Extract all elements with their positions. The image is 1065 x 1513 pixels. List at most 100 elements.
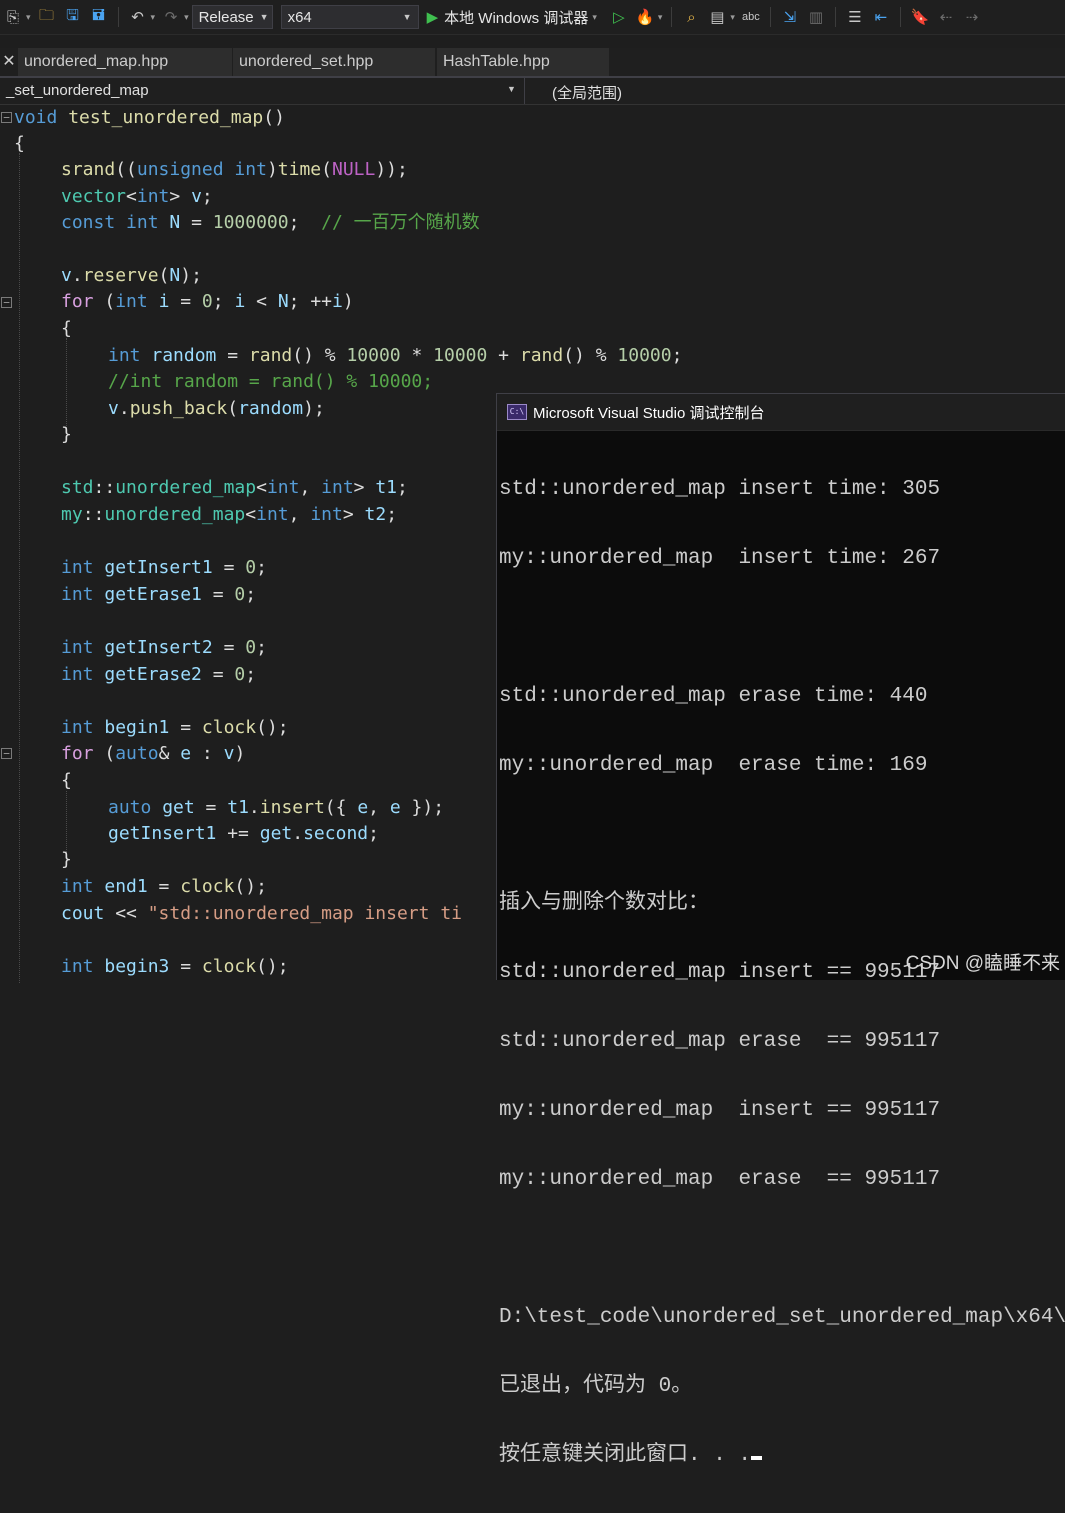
token: )); [375,159,408,180]
start-without-debug-icon[interactable]: ▷ [608,6,630,28]
token: < [256,477,267,498]
token: & [158,743,181,764]
token: getErase1 [104,584,202,605]
chevron-down-icon[interactable]: ▾ [26,12,31,23]
fold-toggle-icon[interactable]: − [1,748,12,759]
token: int [61,717,94,738]
token: . [71,265,83,286]
bookmark-next-icon[interactable]: ⇢ [961,6,983,28]
format-icon[interactable]: ▥ [805,6,827,28]
token: = [194,797,228,818]
code-line: { [61,768,72,794]
token: int [321,477,354,498]
token: ) [342,291,354,312]
start-debug-label: 本地 Windows 调试器 [444,9,589,27]
tab-unordered-map-hpp[interactable]: unordered_map.hpp [18,48,232,76]
chevron-down-icon[interactable]: ▾ [184,12,189,23]
token: get [259,823,293,844]
console-line: D:\test_code\unordered_set_unordered_map… [499,1306,1065,1329]
token: + [487,345,520,366]
close-icon[interactable]: ✕ [0,48,18,76]
toolbar-divider [769,7,771,27]
open-folder-icon[interactable]: 🗀 [36,6,58,28]
token: test_unordered_map [68,107,264,128]
token: (); [256,717,289,738]
start-debug-button[interactable]: ▶ 本地 Windows 调试器 ▾ [427,7,600,28]
token: 1000000 [212,212,289,233]
token: < [245,504,257,525]
debug-console-window[interactable]: C:\ Microsoft Visual Studio 调试控制台 std::u… [496,393,1065,1467]
console-title-bar[interactable]: C:\ Microsoft Visual Studio 调试控制台 [497,394,1065,431]
code-line: my::unordered_map<int, int> t2; [61,502,397,528]
text-cursor [751,1456,763,1460]
token: const [61,212,116,233]
token: = [201,664,235,685]
solution-explorer-icon[interactable]: ⌕ [680,6,702,28]
token: () % [292,345,347,366]
code-line: } [61,847,72,873]
scope-dropdown[interactable]: (全局范围) [552,82,622,103]
configuration-select[interactable]: Release ▼ [191,5,273,29]
bookmark-icon[interactable]: 🔖 [909,6,931,28]
token: = [169,717,202,738]
indent-icon[interactable]: ☰ [844,6,866,28]
token: int [61,664,94,685]
code-line: { [61,316,72,342]
undo-icon[interactable]: ↶ [127,6,149,28]
tab-hashtable-hpp[interactable]: HashTable.hpp [437,48,609,76]
token: vector [61,186,127,207]
toolbar-divider [834,7,836,27]
token: void [14,107,58,128]
member-dropdown[interactable]: _set_unordered_map [6,82,149,99]
token: () [263,107,285,128]
console-line: my::unordered_map insert == 995117 [499,1099,941,1122]
console-line: std::unordered_map erase time: 440 [499,685,928,708]
hot-reload-icon[interactable]: 🔥 [634,6,656,28]
token: += [216,823,260,844]
token: int [256,504,289,525]
layout-icon[interactable]: ▤ [706,6,728,28]
token: end1 [104,876,148,897]
spellcheck-icon[interactable]: abc [740,6,762,28]
token: 10000 [433,345,488,366]
token: = [212,637,246,658]
token: = [216,345,249,366]
code-line: vector<int> v; [61,184,213,210]
redo-icon[interactable]: ↷ [160,6,182,28]
step-icon[interactable]: ⇲ [779,6,801,28]
token: ( [321,159,332,180]
token: int [136,186,170,207]
token: << [104,903,148,924]
token: , [368,797,390,818]
chevron-down-icon[interactable]: ▼ [507,84,516,94]
token: N [277,291,289,312]
token: 10000 [346,345,401,366]
csdn-watermark: CSDN @瞌睡不来 [905,953,1060,974]
token: v [108,398,119,419]
token: int [61,584,94,605]
console-prompt-text: 按任意键关闭此窗口. . . [499,1444,752,1467]
new-item-icon[interactable]: ⎘ [2,6,24,28]
token: ) [234,743,246,764]
token: int [310,504,343,525]
outdent-icon[interactable]: ⇤ [870,6,892,28]
token: getErase2 [104,664,202,685]
tab-unordered-set-hpp[interactable]: unordered_set.hpp [233,48,435,76]
chevron-down-icon[interactable]: ▾ [730,12,735,23]
token: int [108,345,141,366]
bookmark-prev-icon[interactable]: ⇠ [935,6,957,28]
token: for [61,743,94,764]
save-all-icon[interactable]: 🖬 [88,6,110,28]
fold-toggle-icon[interactable]: − [1,297,12,308]
chevron-down-icon[interactable]: ▾ [151,12,156,23]
chevron-down-icon[interactable]: ▾ [658,12,663,23]
fold-toggle-icon[interactable]: − [1,112,12,123]
indent-guide [19,153,20,983]
save-icon[interactable]: 🖫 [62,6,84,28]
platform-select[interactable]: x64 ▼ [280,5,419,29]
